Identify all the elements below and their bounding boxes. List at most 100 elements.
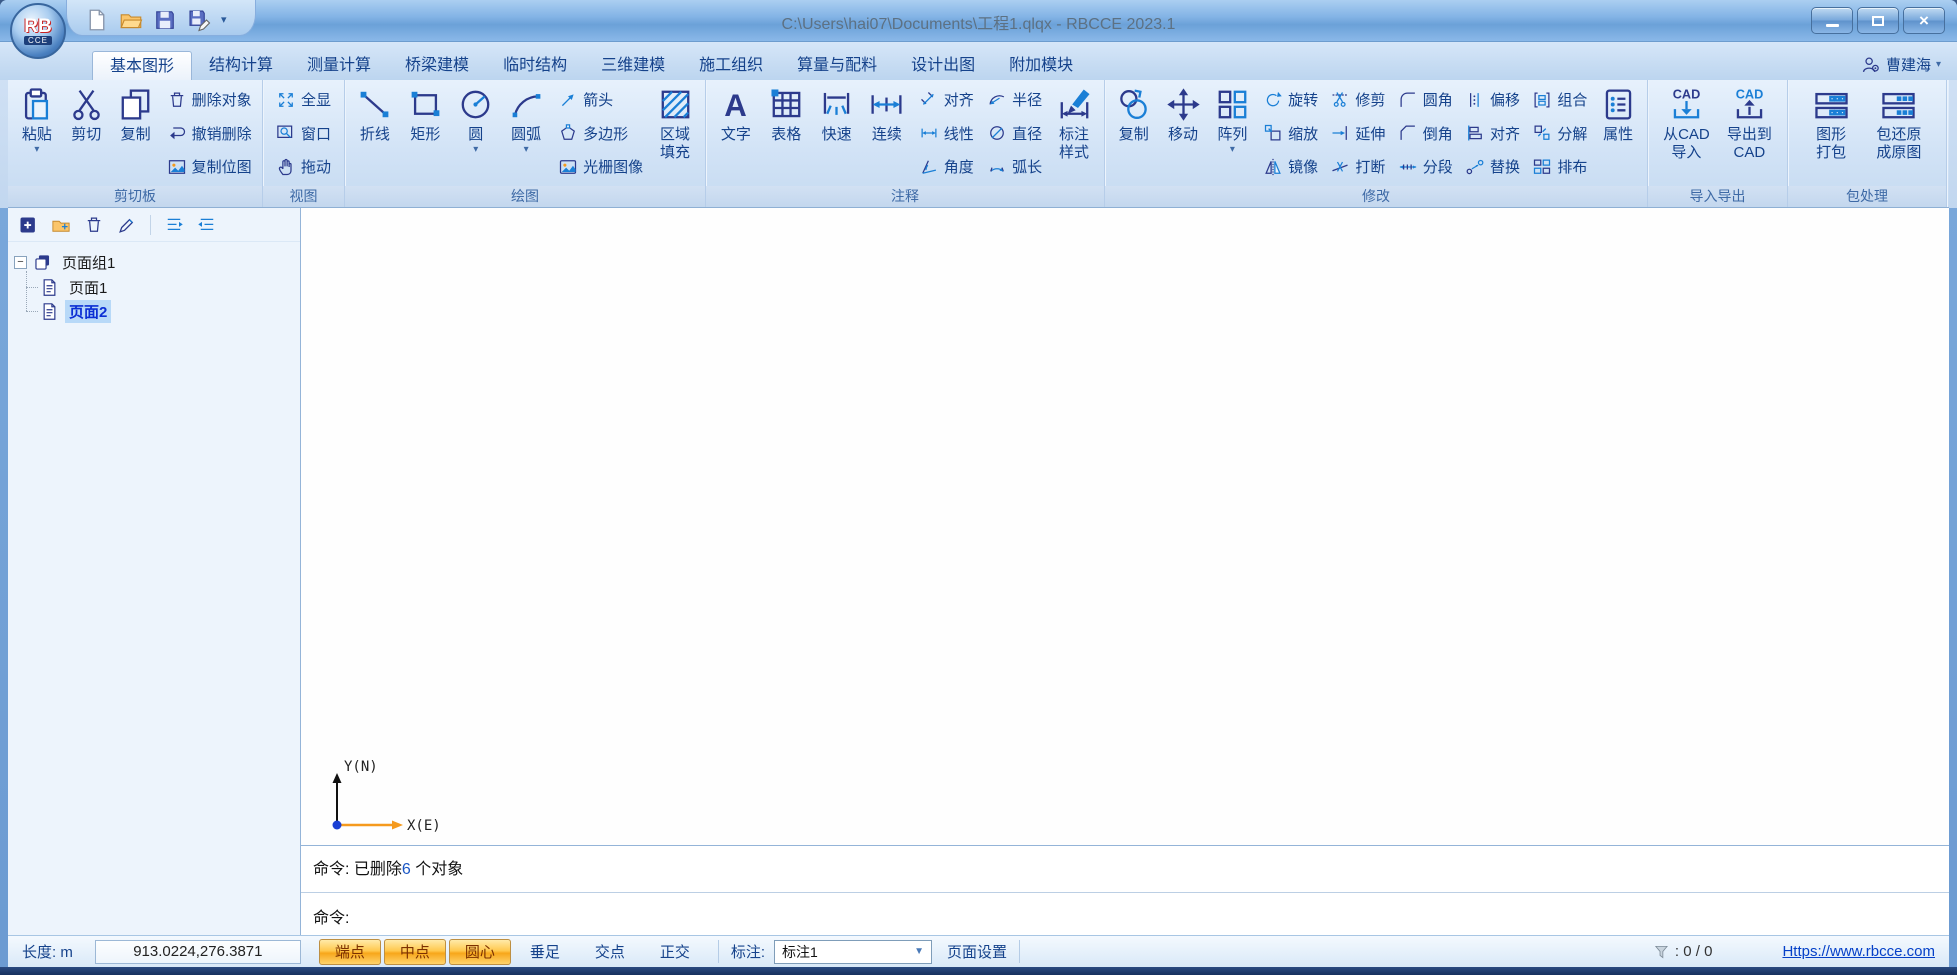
ribbon-small-column: 删除对象撤销删除复制位图 <box>164 83 255 186</box>
ribbon-button-arc-length-dim[interactable]: 弧长 <box>987 153 1042 180</box>
expand-tree-button[interactable] <box>164 215 184 235</box>
ribbon-button-array[interactable]: 阵列 ▾ <box>1211 83 1254 186</box>
command-input-line[interactable]: 命令: <box>301 893 1949 935</box>
minimize-button[interactable] <box>1811 7 1853 34</box>
ribbon-button-fit-screen[interactable]: 全显 <box>276 86 331 113</box>
ribbon-tab[interactable]: 设计出图 <box>894 51 992 80</box>
add-page-group-button[interactable] <box>51 215 71 235</box>
ribbon-button-break[interactable]: 打断 <box>1330 153 1385 180</box>
ribbon-button-hand-pan[interactable]: 拖动 <box>276 153 331 180</box>
ribbon-button-pack[interactable]: 图形 打包 <box>1810 83 1853 186</box>
ribbon-button-duplicate[interactable]: 复制 <box>1112 83 1155 186</box>
drawing-canvas[interactable]: Y(N) X(E) <box>301 208 1949 845</box>
ribbon-button-table[interactable]: 表格 <box>765 83 808 186</box>
dimension-style-label: 标注: <box>730 944 766 961</box>
snap-toggle[interactable]: 交点 <box>579 939 641 965</box>
ribbon-button-replace[interactable]: 替换 <box>1465 153 1520 180</box>
ribbon-button-chamfer[interactable]: 倒角 <box>1398 120 1453 147</box>
ribbon-button-clipboard-paste[interactable]: 粘贴 ▾ <box>15 83 58 186</box>
filter-count-text: : 0 / 0 <box>1674 943 1713 960</box>
page-setup-button[interactable]: 页面设置 <box>947 941 1007 962</box>
ribbon-tab[interactable]: 三维建模 <box>584 51 682 80</box>
ribbon-button-properties[interactable]: 属性 <box>1597 83 1640 186</box>
ribbon-button-rectangle[interactable]: 矩形 <box>404 83 447 186</box>
ribbon-group-label: 绘图 <box>345 186 705 207</box>
ribbon-button-bitmap[interactable]: 复制位图 <box>167 153 252 180</box>
ribbon-button-linear-dim[interactable]: 线性 <box>919 120 974 147</box>
ribbon-tab[interactable]: 施工组织 <box>682 51 780 80</box>
ribbon-button-aligned-dim[interactable]: 对齐 <box>919 86 974 113</box>
ribbon-button-arc[interactable]: 圆弧 ▾ <box>505 83 548 186</box>
ribbon-button-circle[interactable]: 圆 ▾ <box>454 83 497 186</box>
website-link[interactable]: Https://www.rbcce.com <box>1782 943 1935 960</box>
snap-toggle[interactable]: 垂足 <box>514 939 576 965</box>
page-group-icon <box>33 253 52 272</box>
ribbon-button-undo[interactable]: 撤销删除 <box>167 120 252 147</box>
ribbon-group: 全显 窗口 拖动 视图 <box>263 80 345 207</box>
command-line-panel: 命令: 已删除6 个对象 命令: <box>301 845 1949 935</box>
snap-toggle[interactable]: 圆心 <box>448 938 511 965</box>
ribbon-button-hatch-fill[interactable]: 区域 填充 <box>654 83 697 186</box>
collapse-tree-button[interactable] <box>197 215 217 235</box>
ribbon-button-arrow[interactable]: 箭头 <box>558 86 643 113</box>
add-page-button[interactable] <box>18 215 38 235</box>
ribbon-tab[interactable]: 附加模块 <box>992 51 1090 80</box>
ribbon-button-label: 排布 <box>1557 159 1588 176</box>
ribbon-group: 图形 打包 包还原 成原图 包处理 <box>1788 80 1947 207</box>
ribbon-tab[interactable]: 临时结构 <box>486 51 584 80</box>
ribbon-button-text[interactable]: A 文字 <box>714 83 757 186</box>
ribbon-tab[interactable]: 基本图形 <box>92 51 193 80</box>
ribbon-button-diameter-dim[interactable]: 直径 <box>987 120 1042 147</box>
ribbon-button-align[interactable]: 对齐 <box>1465 120 1520 147</box>
ribbon-button-unpack[interactable]: 包还原 成原图 <box>1873 83 1924 186</box>
close-button[interactable]: × <box>1903 7 1945 34</box>
tree-item-page[interactable]: 页面2 <box>26 299 294 323</box>
ribbon-button-polyline[interactable]: 折线 <box>353 83 396 186</box>
maximize-button[interactable] <box>1857 7 1899 34</box>
app-logo[interactable]: RB CCE <box>10 3 66 59</box>
ribbon-button-trash[interactable]: 删除对象 <box>167 86 252 113</box>
ribbon-tab[interactable]: 桥梁建模 <box>388 51 486 80</box>
tree-item-page-group[interactable]: − 页面组1 <box>14 250 294 275</box>
ribbon-tab[interactable]: 算量与配料 <box>780 51 894 80</box>
ribbon-button-fillet[interactable]: 圆角 <box>1398 86 1453 113</box>
ribbon-button-continuous-dim[interactable]: 连续 <box>865 83 908 186</box>
snap-toggle[interactable]: 中点 <box>383 938 446 965</box>
ribbon-button-label: 全显 <box>300 92 331 109</box>
ribbon-button-segment[interactable]: 分段 <box>1398 153 1453 180</box>
user-account-menu[interactable]: 曹建海 ▾ <box>1861 54 1957 75</box>
ribbon-button-scissors[interactable]: 剪切 <box>65 83 108 186</box>
ribbon-tab[interactable]: 测量计算 <box>290 51 388 80</box>
ribbon-button-raster-image[interactable]: 光栅图像 <box>558 153 643 180</box>
ribbon-button-extend[interactable]: 延伸 <box>1330 120 1385 147</box>
ribbon-button-mirror[interactable]: 镜像 <box>1263 153 1318 180</box>
ribbon-button-angle-dim[interactable]: 角度 <box>919 153 974 180</box>
snap-toggle[interactable]: 正交 <box>644 939 706 965</box>
ribbon-button-polygon[interactable]: 多边形 <box>558 120 643 147</box>
tree-item-page[interactable]: 页面1 <box>26 275 294 299</box>
ribbon-button-quick-dim[interactable]: 快速 <box>815 83 858 186</box>
ribbon-button-trim[interactable]: 修剪 <box>1330 86 1385 113</box>
ribbon-button-label: 删除对象 <box>191 92 252 109</box>
tree-item-label: 页面1 <box>69 279 108 297</box>
ribbon-button-arrange[interactable]: 排布 <box>1532 153 1587 180</box>
ribbon-tab[interactable]: 结构计算 <box>192 51 290 80</box>
ribbon-button-scale[interactable]: 缩放 <box>1263 120 1318 147</box>
delete-page-button[interactable] <box>84 215 104 235</box>
rename-page-button[interactable] <box>117 215 137 235</box>
ribbon-button-rotate[interactable]: 旋转 <box>1263 86 1318 113</box>
ribbon-button-move[interactable]: 移动 <box>1162 83 1205 186</box>
ribbon-button-cad-export[interactable]: CAD 导出到 CAD <box>1724 83 1775 186</box>
ribbon-button-zoom-window[interactable]: 窗口 <box>276 120 331 147</box>
dimension-style-select[interactable]: 标注1 ▼ <box>774 939 933 964</box>
ribbon-button-dim-style[interactable]: 标注 样式 <box>1053 83 1096 186</box>
tree-collapse-icon[interactable]: − <box>14 256 27 269</box>
ribbon-button-radius-dim[interactable]: 半径 <box>987 86 1042 113</box>
ribbon-button-explode[interactable]: 分解 <box>1532 120 1587 147</box>
ribbon-button-copy[interactable]: 复制 <box>114 83 157 186</box>
ribbon-button-combine[interactable]: 组合 <box>1532 86 1587 113</box>
ucs-axes-indicator: Y(N) X(E) <box>332 759 441 834</box>
ribbon-button-offset[interactable]: 偏移 <box>1465 86 1520 113</box>
ribbon-button-cad-import[interactable]: CAD 从CAD 导入 <box>1660 83 1713 186</box>
snap-toggle[interactable]: 端点 <box>318 938 381 965</box>
